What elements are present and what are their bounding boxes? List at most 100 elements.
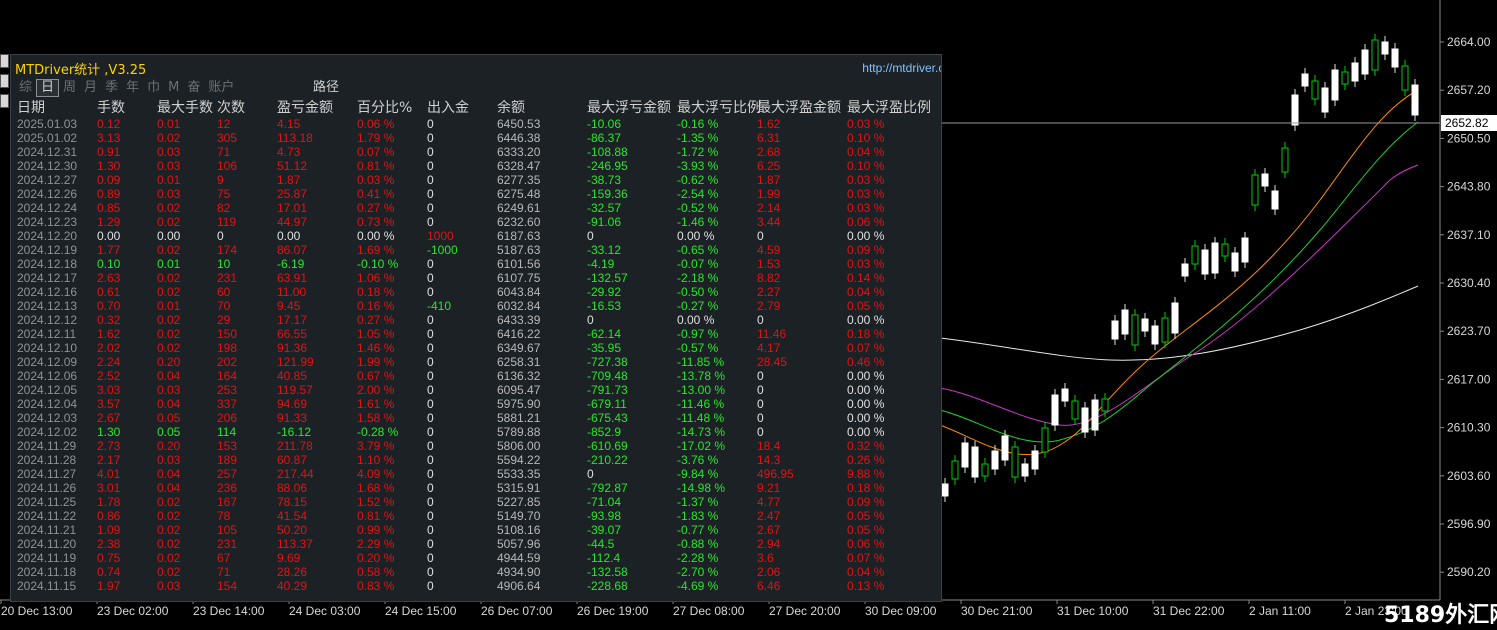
table-row[interactable]: 2024.11.29 2.73 0.20 153 211.78 3.79 % 0 5806.0…: [11, 439, 941, 453]
tab-2[interactable]: 周: [59, 79, 80, 97]
tab-7[interactable]: M: [164, 79, 183, 97]
table-cell: 337: [217, 397, 238, 411]
table-cell: -1.35 %: [677, 131, 719, 145]
table-cell: 0.06 %: [847, 537, 885, 551]
table-cell: 217.44: [277, 467, 314, 481]
table-row[interactable]: 2024.12.17 2.63 0.02 231 63.91 1.06 % 0 6107.75…: [11, 271, 941, 285]
table-row[interactable]: 2025.01.03 0.12 0.01 12 4.15 0.06 % 0 6450.53 -1…: [11, 117, 941, 131]
table-row[interactable]: 2024.12.10 2.02 0.02 198 91.36 1.46 % 0 6349.67…: [11, 341, 941, 355]
tab-3[interactable]: 月: [80, 79, 101, 97]
table-cell: 0.58 %: [357, 565, 395, 579]
table-row[interactable]: 2024.12.24 0.85 0.02 82 17.01 0.27 % 0 6249.61 -…: [11, 201, 941, 215]
edge-button[interactable]: [0, 54, 9, 68]
edge-button[interactable]: [0, 74, 9, 88]
table-row[interactable]: 2024.12.27 0.09 0.01 9 1.87 0.03 % 0 6277.35 -38…: [11, 173, 941, 187]
table-cell: 0.81 %: [357, 159, 395, 173]
stats-panel[interactable]: MTDriver统计 ,V3.25 http://mtdriver.cn 综日周…: [10, 54, 942, 602]
table-row[interactable]: 2024.11.25 1.78 0.02 167 78.15 1.52 % 0 5227.85…: [11, 495, 941, 509]
tab-1[interactable]: 日: [36, 79, 60, 97]
table-cell: -16.53: [587, 299, 622, 313]
table-cell: 0.46 %: [847, 355, 885, 369]
table-row[interactable]: 2024.12.26 0.89 0.03 75 25.87 0.41 % 0 6275.48 -…: [11, 187, 941, 201]
table-cell: 2024.11.22: [17, 509, 77, 523]
table-row[interactable]: 2024.12.04 3.57 0.04 337 94.69 1.61 % 0 5975.90…: [11, 397, 941, 411]
candle-body: [1141, 318, 1149, 332]
table-row[interactable]: 2024.11.22 0.86 0.02 78 41.54 0.81 % 0 5149.70 -…: [11, 509, 941, 523]
table-row[interactable]: 2024.12.09 2.24 0.20 202 121.99 1.99 % 0 6258.3…: [11, 355, 941, 369]
column-header: 百分比%: [357, 100, 413, 116]
table-cell: 0: [757, 369, 764, 383]
table-cell: 2024.12.02: [17, 425, 78, 439]
table-cell: 0.99 %: [357, 523, 395, 537]
candle-body: [1121, 309, 1129, 335]
table-cell: -13.78 %: [677, 369, 726, 383]
table-row[interactable]: 2024.12.02 1.30 0.05 114 -16.12 -0.28 % 0 5789.…: [11, 425, 941, 439]
table-cell: -0.50 %: [677, 285, 719, 299]
table-row[interactable]: 2024.12.18 0.10 0.01 10 -6.19 -0.10 % 0 6101.56…: [11, 257, 941, 271]
candle-body: [1171, 302, 1179, 334]
table-row[interactable]: 2024.12.06 2.52 0.04 164 40.85 0.67 % 0 6136.32…: [11, 369, 941, 383]
table-cell: 2024.12.24: [17, 201, 78, 215]
table-row[interactable]: 2024.12.23 1.29 0.02 119 44.97 0.73 % 0 6232.60…: [11, 215, 941, 229]
tab-9[interactable]: 账户: [204, 79, 238, 97]
candle-body: [1261, 173, 1269, 187]
table-row[interactable]: 2024.12.19 1.77 0.02 174 86.07 1.69 % -1000 518…: [11, 243, 941, 257]
table-row[interactable]: 2024.12.31 0.91 0.03 71 4.73 0.07 % 0 6333.20 -1…: [11, 145, 941, 159]
table-row[interactable]: 2024.12.12 0.32 0.02 29 17.17 0.27 % 0 6433.39 0…: [11, 313, 941, 327]
tab-5[interactable]: 年: [122, 79, 143, 97]
price-label: 2657.20: [1447, 83, 1491, 97]
table-cell: 71: [217, 145, 231, 159]
table-cell: 0.05 %: [847, 523, 885, 537]
table-cell: 0.05: [157, 411, 181, 425]
table-cell: 0: [427, 173, 434, 187]
table-cell: 5806.00: [497, 439, 541, 453]
tab-6[interactable]: 巾: [143, 79, 164, 97]
table-row[interactable]: 2024.11.19 0.75 0.02 67 9.69 0.20 % 0 4944.59 -1…: [11, 551, 941, 565]
table-cell: 1.68 %: [357, 481, 395, 495]
table-row[interactable]: 2024.12.20 0.00 0.00 0 0.00 0.00 % 1000 6187.63…: [11, 229, 941, 243]
table-row[interactable]: 2024.11.27 4.01 0.04 257 217.44 4.09 % 0 5533.3…: [11, 467, 941, 481]
time-label: 30 Dec 09:00: [865, 604, 937, 618]
table-row[interactable]: 2024.11.18 0.74 0.02 71 28.26 0.58 % 0 4934.90 -…: [11, 565, 941, 579]
edge-button[interactable]: [0, 94, 9, 108]
table-cell: 0.20: [157, 439, 181, 453]
table-cell: 1.99: [757, 187, 781, 201]
table-cell: 17.01: [277, 201, 308, 215]
table-row[interactable]: 2024.11.26 3.01 0.04 236 88.06 1.68 % 0 5315.91…: [11, 481, 941, 495]
table-cell: 1.29: [97, 215, 121, 229]
table-cell: 0: [427, 397, 434, 411]
table-cell: 2024.11.15: [17, 579, 77, 593]
table-cell: 2024.11.20: [17, 537, 77, 551]
tab-0[interactable]: 综: [15, 79, 36, 97]
table-cell: 1.52 %: [357, 495, 395, 509]
table-cell: 2024.12.13: [17, 299, 78, 313]
table-cell: 0.16 %: [357, 299, 395, 313]
candle-body: [1361, 49, 1369, 75]
table-cell: 1.79 %: [357, 131, 395, 145]
table-cell: 2024.12.12: [17, 313, 78, 327]
table-cell: 0.74: [97, 565, 121, 579]
table-row[interactable]: 2024.11.20 2.38 0.02 231 113.37 2.29 % 0 5057.9…: [11, 537, 941, 551]
table-row[interactable]: 2024.11.15 1.97 0.03 154 40.29 0.83 % 0 4906.64…: [11, 579, 941, 593]
table-cell: 0: [427, 523, 434, 537]
table-row[interactable]: 2024.11.21 1.09 0.02 105 50.20 0.99 % 0 5108.16…: [11, 523, 941, 537]
table-row[interactable]: 2024.12.13 0.70 0.01 70 9.45 0.16 % -410 6032.8…: [11, 299, 941, 313]
tab-8[interactable]: 奋: [183, 79, 204, 97]
table-cell: 6333.20: [497, 145, 541, 159]
table-cell: 50.20: [277, 523, 308, 537]
table-cell: 0.05: [157, 425, 181, 439]
table-row[interactable]: 2024.11.28 2.17 0.03 189 60.87 1.10 % 0 5594.22…: [11, 453, 941, 467]
table-row[interactable]: 2024.12.03 2.67 0.05 206 91.33 1.58 % 0 5881.21…: [11, 411, 941, 425]
candle-body: [1211, 242, 1219, 274]
path-button[interactable]: 路径: [313, 79, 339, 97]
table-row[interactable]: 2024.12.05 3.03 0.03 253 119.57 2.00 % 0 6095.4…: [11, 383, 941, 397]
table-row[interactable]: 2024.12.11 1.62 0.02 150 66.55 1.05 % 0 6416.22…: [11, 327, 941, 341]
table-cell: 0: [427, 369, 434, 383]
table-row[interactable]: 2024.12.16 0.61 0.02 60 11.00 0.18 % 0 6043.84 -…: [11, 285, 941, 299]
table-row[interactable]: 2025.01.02 3.13 0.02 305 113.18 1.79 % 0 6446.3…: [11, 131, 941, 145]
table-cell: 2024.12.31: [17, 145, 78, 159]
table-row[interactable]: 2024.12.30 1.30 0.03 106 51.12 0.81 % 0 6328.47…: [11, 159, 941, 173]
time-label: 23 Dec 14:00: [193, 604, 265, 618]
tab-4[interactable]: 季: [101, 79, 122, 97]
panel-url-link[interactable]: http://mtdriver.cn: [862, 61, 941, 75]
